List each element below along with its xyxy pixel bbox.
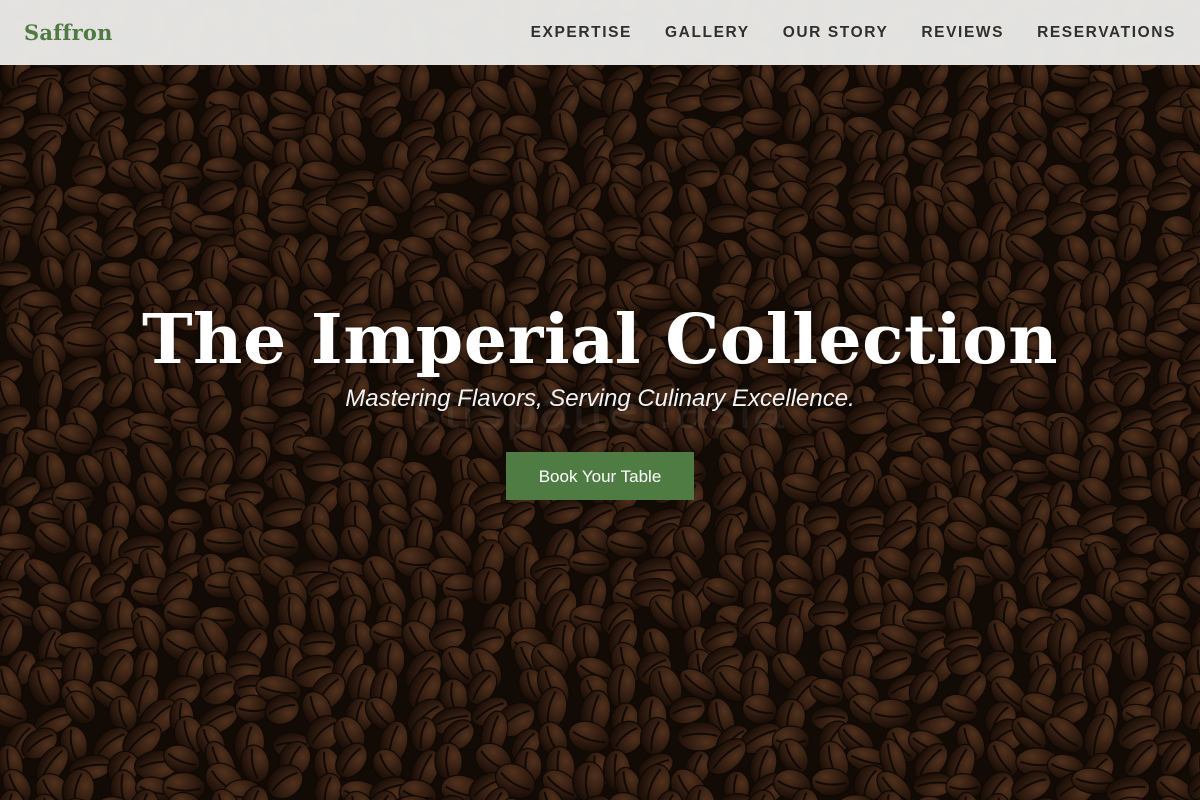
nav-link-expertise[interactable]: EXPERTISE [531, 24, 632, 42]
hero-subtitle: Mastering Flavors, Serving Culinary Exce… [345, 385, 855, 412]
hero-content: The Imperial Collection Mastering Flavor… [0, 300, 1200, 500]
hero-title: The Imperial Collection [141, 300, 1059, 380]
brand-logo[interactable]: Saffron [24, 20, 113, 45]
navbar: Saffron EXPERTISE GALLERY OUR STORY REVI… [0, 0, 1200, 65]
book-table-button[interactable]: Book Your Table [506, 452, 694, 500]
nav-links: EXPERTISE GALLERY OUR STORY REVIEWS RESE… [531, 24, 1176, 42]
nav-link-reviews[interactable]: REVIEWS [921, 24, 1004, 42]
nav-link-reservations[interactable]: RESERVATIONS [1037, 24, 1176, 42]
page: Saffron EXPERTISE GALLERY OUR STORY REVI… [0, 0, 1200, 800]
nav-link-our-story[interactable]: OUR STORY [783, 24, 889, 42]
nav-link-gallery[interactable]: GALLERY [665, 24, 750, 42]
